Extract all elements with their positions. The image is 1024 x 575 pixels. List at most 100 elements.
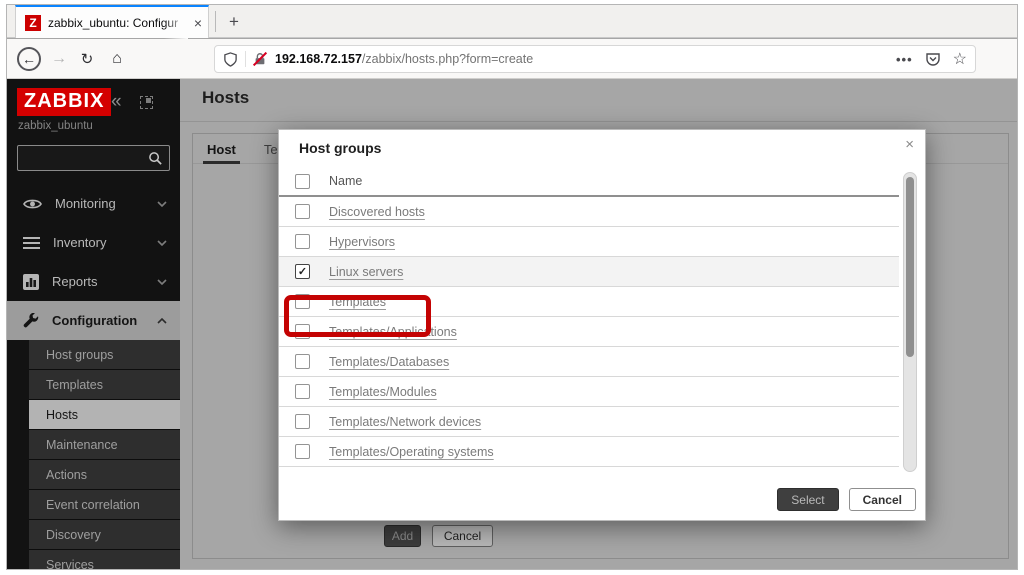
host-group-link[interactable]: Templates/Databases: [329, 355, 449, 369]
host-group-row: Discovered hosts: [279, 197, 899, 227]
url-bar[interactable]: 192.168.72.157/zabbix/hosts.php?form=cre…: [214, 45, 976, 73]
url-host: 192.168.72.157: [275, 52, 362, 66]
eye-icon: [23, 197, 42, 211]
checkbox[interactable]: [295, 444, 310, 459]
host-group-link[interactable]: Templates/Operating systems: [329, 445, 494, 459]
select-button[interactable]: Select: [777, 488, 839, 511]
reload-button[interactable]: ↻: [75, 50, 99, 68]
host-group-row-selected: ✓ Linux servers: [279, 257, 899, 287]
host-group-link[interactable]: Templates/Network devices: [329, 415, 481, 429]
tab-close-icon[interactable]: ×: [194, 15, 202, 31]
cancel-button[interactable]: Cancel: [848, 488, 916, 511]
search-input[interactable]: [24, 148, 142, 168]
menu-item-monitoring[interactable]: Monitoring: [7, 184, 180, 223]
insecure-lock-icon[interactable]: [252, 51, 268, 67]
dialog-scrollbar[interactable]: [903, 172, 917, 472]
tab-host[interactable]: Host: [193, 134, 250, 164]
checkbox[interactable]: [295, 354, 310, 369]
chevron-down-icon: [157, 200, 167, 207]
server-name: zabbix_ubuntu: [18, 120, 93, 132]
checkbox[interactable]: [295, 324, 310, 339]
home-button[interactable]: ⌂: [105, 50, 129, 68]
sidebar-item-maintenance[interactable]: Maintenance: [29, 430, 180, 460]
host-group-link[interactable]: Discovered hosts: [329, 205, 425, 219]
chevron-up-icon: [157, 317, 167, 324]
host-group-row: Templates/Applications: [279, 317, 899, 347]
sidebar-item-hosts[interactable]: Hosts: [29, 400, 180, 430]
checkbox-checked[interactable]: ✓: [295, 264, 310, 279]
menu-item-configuration[interactable]: Configuration: [7, 301, 180, 340]
page-title: Hosts: [202, 88, 250, 107]
checkbox[interactable]: [295, 234, 310, 249]
dialog-footer: Select Cancel: [777, 488, 916, 511]
bar-chart-icon: [23, 273, 39, 290]
host-group-row: Templates/Databases: [279, 347, 899, 377]
column-header-name: Name: [329, 174, 363, 188]
browser-tab[interactable]: Z zabbix_ubuntu: Configur ×: [15, 5, 209, 40]
host-groups-dialog: Host groups × Name Discovered hosts Hype…: [278, 129, 926, 521]
host-group-list: Name Discovered hosts Hypervisors ✓ Linu…: [279, 167, 925, 467]
new-tab-button[interactable]: +: [221, 9, 247, 35]
add-button[interactable]: Add: [384, 525, 421, 547]
zabbix-sidebar: ZABBIX « zabbix_ubuntu Monitoring Invent…: [7, 79, 180, 569]
configuration-submenu: Host groups Templates Hosts Maintenance …: [7, 340, 180, 569]
host-group-row: Templates/Network devices: [279, 407, 899, 437]
search-icon[interactable]: [148, 151, 163, 166]
sidebar-item-discovery[interactable]: Discovery: [29, 520, 180, 550]
menu-label: Inventory: [53, 235, 107, 250]
page-actions-icon[interactable]: •••: [896, 52, 913, 67]
kiosk-mode-icon[interactable]: [140, 96, 153, 109]
main-menu: Monitoring Inventory Reports Configurati…: [7, 184, 180, 340]
tab-title-fade: [164, 7, 188, 40]
checkbox[interactable]: [295, 204, 310, 219]
list-header-row: Name: [279, 167, 899, 197]
chevron-down-icon: [157, 278, 167, 285]
tab-strip: Z zabbix_ubuntu: Configur × +: [7, 5, 1017, 40]
list-icon: [23, 236, 40, 250]
host-group-link[interactable]: Linux servers: [329, 265, 403, 279]
sidebar-collapse-icon[interactable]: «: [111, 91, 122, 113]
host-group-link[interactable]: Templates: [329, 295, 386, 309]
back-button[interactable]: ←: [17, 46, 41, 71]
sidebar-item-actions[interactable]: Actions: [29, 460, 180, 490]
checkbox[interactable]: [295, 384, 310, 399]
pocket-icon[interactable]: [925, 51, 941, 67]
menu-label: Monitoring: [55, 196, 116, 211]
bookmark-star-icon[interactable]: ☆: [953, 49, 967, 69]
host-group-link[interactable]: Templates/Applications: [329, 325, 457, 339]
menu-item-reports[interactable]: Reports: [7, 262, 180, 301]
tracking-shield-icon[interactable]: [223, 51, 238, 67]
dialog-title: Host groups: [299, 140, 382, 156]
sidebar-item-templates[interactable]: Templates: [29, 370, 180, 400]
url-path: /zabbix/hosts.php?form=create: [361, 52, 534, 66]
sidebar-item-services[interactable]: Services: [29, 550, 180, 569]
host-group-row: Templates/Modules: [279, 377, 899, 407]
sidebar-search[interactable]: [17, 145, 170, 171]
tab-separator: [215, 11, 216, 32]
sidebar-item-host-groups[interactable]: Host groups: [29, 340, 180, 370]
zabbix-logo[interactable]: ZABBIX: [17, 88, 112, 116]
checkbox[interactable]: [295, 414, 310, 429]
sidebar-item-event-correlation[interactable]: Event correlation: [29, 490, 180, 520]
browser-window: Z zabbix_ubuntu: Configur × + ← → ↻ ⌂ 19…: [6, 4, 1018, 570]
checkbox[interactable]: [295, 294, 310, 309]
menu-label: Reports: [52, 274, 98, 289]
forward-button[interactable]: →: [47, 50, 71, 68]
host-group-row: Hypervisors: [279, 227, 899, 257]
host-group-row: Templates/Operating systems: [279, 437, 899, 467]
select-all-checkbox[interactable]: [295, 173, 310, 189]
host-group-link[interactable]: Hypervisors: [329, 235, 395, 249]
navigation-bar: ← → ↻ ⌂ 192.168.72.157/zabbix/hosts.php?…: [7, 39, 1017, 79]
menu-item-inventory[interactable]: Inventory: [7, 223, 180, 262]
title-divider: [180, 121, 1017, 122]
scrollbar-thumb[interactable]: [906, 177, 914, 357]
host-group-row: Templates: [279, 287, 899, 317]
close-icon[interactable]: ×: [905, 136, 914, 153]
wrench-icon: [23, 312, 39, 329]
zabbix-favicon-icon: Z: [25, 14, 41, 31]
menu-label: Configuration: [52, 313, 138, 328]
host-group-link[interactable]: Templates/Modules: [329, 385, 437, 399]
chevron-down-icon: [157, 239, 167, 246]
url-text: 192.168.72.157/zabbix/hosts.php?form=cre…: [275, 52, 533, 66]
form-cancel-button[interactable]: Cancel: [432, 525, 493, 547]
